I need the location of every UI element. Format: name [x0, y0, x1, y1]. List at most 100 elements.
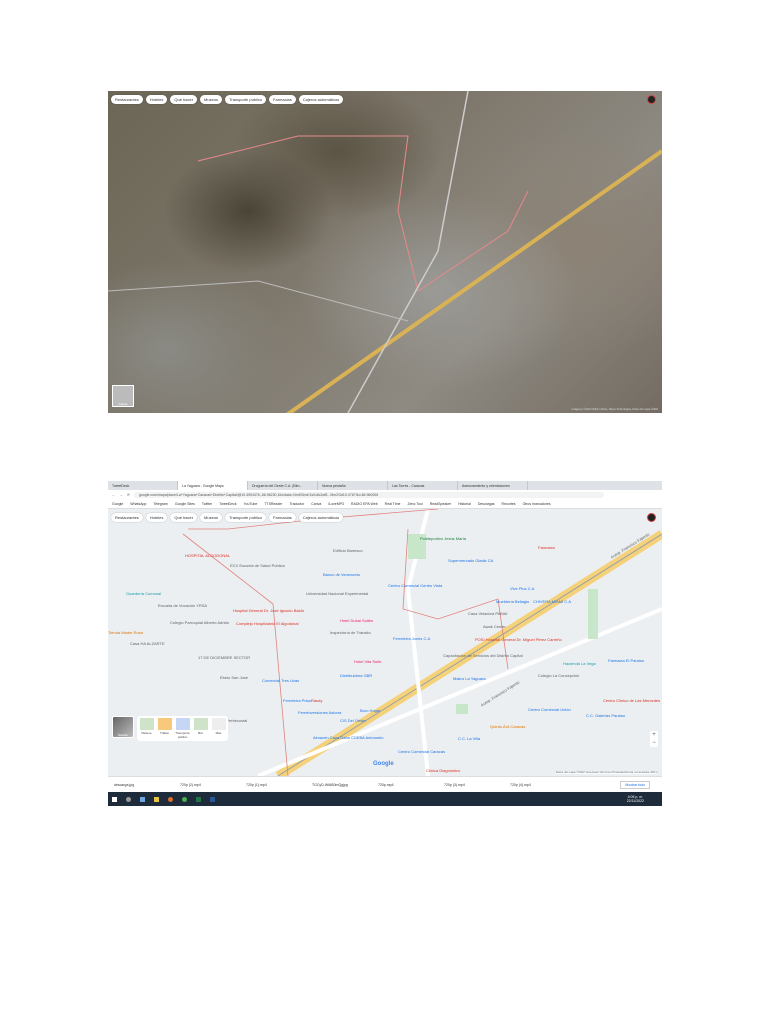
download-item[interactable]: 720p (1).mp4: [240, 783, 306, 787]
bookmark[interactable]: TTSReader: [264, 502, 282, 506]
zoom-out-button[interactable]: −: [650, 739, 658, 747]
bookmark[interactable]: TweetDeck: [219, 502, 236, 506]
map-place[interactable]: Escuela de Vocación YRSA: [158, 603, 207, 608]
map-place[interactable]: Complejo Hospitalario El Algodonal: [236, 621, 298, 626]
bookmark[interactable]: Google: [112, 502, 123, 506]
bookmark[interactable]: Recortes: [502, 502, 516, 506]
bookmark[interactable]: RADIO EPA Web: [351, 502, 378, 506]
map-place[interactable]: Ferretería Jones C.A: [393, 636, 430, 641]
map-place[interactable]: Inspectoría de Tránsito: [330, 630, 371, 635]
back-icon[interactable]: ←: [112, 493, 116, 497]
layer-terrain[interactable]: Relieve: [139, 718, 154, 739]
map-place[interactable]: CHIVERA MIAMI C.A: [533, 599, 571, 604]
map-place[interactable]: C.C. La Villa: [458, 736, 480, 741]
map-place[interactable]: Awak Center: [483, 624, 506, 629]
chip-things-to-do[interactable]: Qué hacer: [170, 513, 198, 522]
bookmark[interactable]: Traductor: [289, 502, 304, 506]
reload-icon[interactable]: ⟳: [127, 493, 130, 497]
chip-museums[interactable]: Museos: [200, 513, 223, 522]
map-place[interactable]: Comercial Tres Uvas: [262, 678, 299, 683]
chip-things-to-do[interactable]: Qué hacer: [170, 95, 198, 104]
download-item[interactable]: 720p (4).mp4: [504, 783, 570, 787]
bookmark[interactable]: ReadSpeaker: [430, 502, 451, 506]
system-clock[interactable]: 4:05 p. m. 22/11/2022: [627, 795, 644, 803]
chip-pharmacies[interactable]: Farmacias: [269, 95, 296, 104]
map-place[interactable]: Colegio La Concepción: [538, 673, 579, 678]
start-icon[interactable]: [112, 796, 117, 802]
tab[interactable]: TweetDeck: [108, 481, 178, 490]
map-place[interactable]: Farmacia: [538, 545, 555, 550]
chip-restaurants[interactable]: Restaurantes: [111, 513, 143, 522]
map-place[interactable]: Vive Plus C.A: [510, 586, 534, 591]
bookmark[interactable]: Descargas: [478, 502, 495, 506]
show-all-button[interactable]: Mostrar todo: [620, 780, 650, 789]
layer-traffic[interactable]: Tráfico: [157, 718, 172, 739]
map-place[interactable]: Tienda Madre Rosa: [108, 630, 143, 635]
download-item[interactable]: 720p (2).mp4: [174, 783, 240, 787]
tab[interactable]: Las Torres - Caracas: [388, 481, 458, 490]
map-place[interactable]: Banco de Venezuela: [323, 572, 360, 577]
map-place[interactable]: Colegio Parroquial Alberto Adrián: [170, 620, 229, 625]
chip-hotels[interactable]: Hoteles: [145, 513, 168, 522]
map-place[interactable]: Boro Hogar: [360, 708, 380, 713]
map-place[interactable]: Supermercado Gladiz CA: [448, 558, 493, 563]
map-place[interactable]: Centro Clínico de Las Mercedes: [603, 698, 660, 703]
map-place[interactable]: Hospital General Dr. José Ignacio Baldó: [233, 608, 304, 613]
map-place[interactable]: Centro Comercial Centro Vista: [388, 583, 442, 588]
map-place[interactable]: Mueblería Bellagio: [496, 599, 529, 604]
task-view-icon[interactable]: [140, 796, 145, 802]
map-place[interactable]: 17 DE DICIEMBRE SECTOR: [198, 655, 250, 660]
chip-transit[interactable]: Transporte público: [225, 95, 267, 104]
avatar[interactable]: [647, 513, 656, 522]
map-place[interactable]: Distribuidora GBR: [340, 673, 372, 678]
map-place[interactable]: Clínica Diagnóstico: [426, 768, 460, 773]
map-place[interactable]: Hotel Vita Suite: [354, 659, 382, 664]
map-place[interactable]: Almacén Cava Gaba CDEBA Antonuelo: [313, 735, 384, 740]
tab[interactable]: Asesoramiento y orientaciones: [458, 481, 528, 490]
layers-button[interactable]: Capas: [112, 385, 134, 407]
search-icon[interactable]: [126, 796, 131, 802]
bookmark[interactable]: Real Time: [385, 502, 401, 506]
map-place[interactable]: Ferretería Prisa: [283, 698, 311, 703]
chrome-icon[interactable]: [182, 796, 187, 802]
map-place[interactable]: Ferreinversiones Aslorra: [298, 710, 341, 715]
map-place[interactable]: Hacienda La Vega: [563, 661, 596, 666]
chip-pharmacies[interactable]: Farmacias: [269, 513, 296, 522]
map-place[interactable]: Universidad Nacional Experimental: [306, 591, 368, 596]
map-place[interactable]: Polideportivo Jesús María: [420, 536, 466, 541]
map-place[interactable]: Casa HA ALZARTE: [130, 641, 165, 646]
map-place[interactable]: Quinta Ávil Caracas: [490, 724, 525, 729]
bookmark[interactable]: Zeno Tool: [407, 502, 422, 506]
chip-transit[interactable]: Transporte público: [225, 513, 267, 522]
map-place[interactable]: Centro Comercial Unión: [528, 707, 571, 712]
map-place[interactable]: Hotel Dubai Suites: [340, 618, 373, 623]
url-input[interactable]: google.com/maps/place/La+Yaguara+Caracas…: [133, 491, 604, 498]
map-place[interactable]: Guardería Comunal: [126, 591, 161, 596]
bookmark[interactable]: iLoveMP3: [328, 502, 344, 506]
zoom-in-button[interactable]: +: [650, 731, 658, 739]
map-place[interactable]: Capacitación de Servicios del Distrito C…: [443, 653, 523, 658]
road-map[interactable]: Restaurantes Hoteles Qué hacer Museos Tr…: [108, 509, 662, 776]
map-place[interactable]: Ebelo San José: [220, 675, 248, 680]
word-icon[interactable]: [210, 796, 215, 802]
chip-museums[interactable]: Museos: [200, 95, 223, 104]
map-place[interactable]: HOSPITAL ALGODONAL: [185, 553, 230, 558]
map-place[interactable]: Makro La Yaguara: [453, 676, 486, 681]
avatar[interactable]: [647, 95, 656, 104]
tab[interactable]: Droguería del Oeste C.A. (Blm...: [248, 481, 318, 490]
bookmark[interactable]: Canva: [311, 502, 321, 506]
layer-more[interactable]: Más: [211, 718, 226, 739]
map-place[interactable]: POSI Hospital General Dr. Miguel Pérez C…: [475, 637, 562, 642]
chip-hotels[interactable]: Hoteles: [145, 95, 168, 104]
bookmark[interactable]: Twitter: [202, 502, 212, 506]
tab[interactable]: Nueva pestaña: [318, 481, 388, 490]
layer-bike[interactable]: Bici: [193, 718, 208, 739]
bookmark[interactable]: Telegram: [153, 502, 167, 506]
map-place[interactable]: Farmacia El Paraíso: [608, 658, 644, 663]
chip-atms[interactable]: Cajeros automáticos: [298, 95, 344, 104]
map-place[interactable]: Edificio Banesco: [333, 548, 363, 553]
download-item[interactable]: 720p.mp4: [372, 783, 438, 787]
download-item[interactable]: TGCyD-WlAB0mQgjpg: [306, 783, 372, 787]
map-place[interactable]: C.C. Galerías Paraíso: [586, 713, 625, 718]
forward-icon[interactable]: →: [120, 493, 124, 497]
